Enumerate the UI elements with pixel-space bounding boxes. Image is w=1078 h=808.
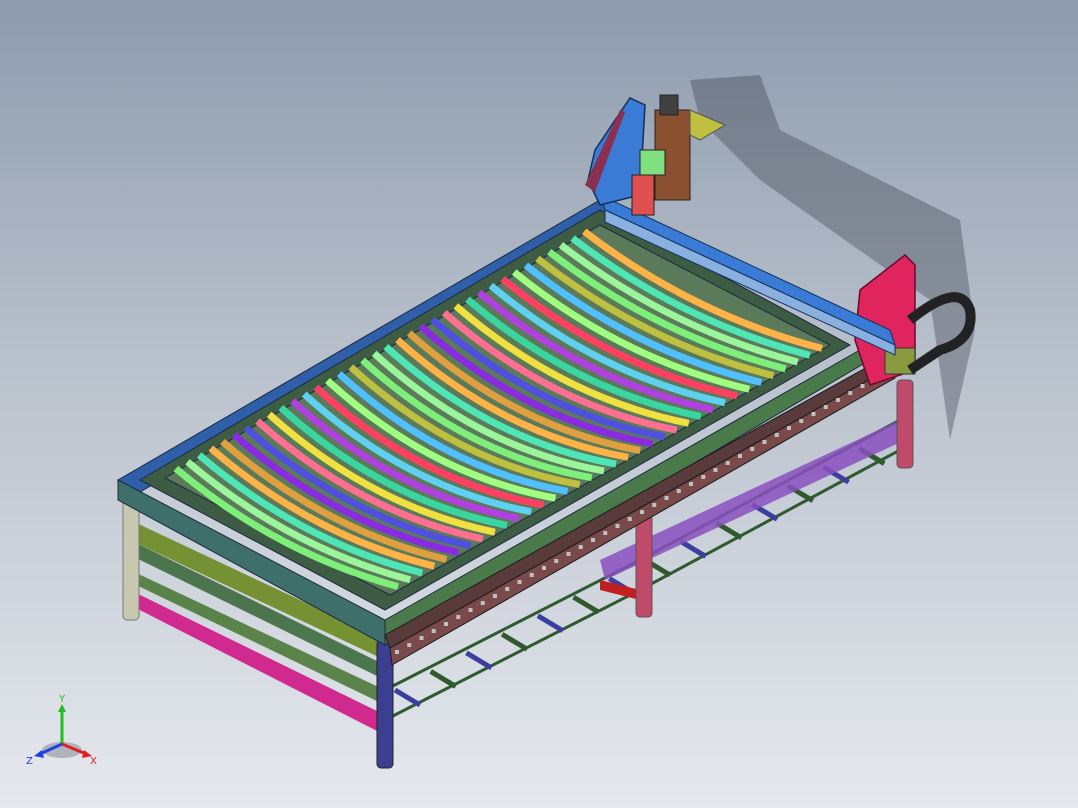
rack-tooth <box>689 482 693 486</box>
rack-tooth <box>591 538 595 542</box>
rack-tooth <box>456 615 461 619</box>
rack-tooth <box>799 419 804 423</box>
rack-tooth <box>762 440 767 444</box>
rack-tooth <box>578 545 583 549</box>
rack-tooth <box>554 559 559 563</box>
ladder-rung <box>536 613 565 633</box>
rack-tooth <box>787 426 791 430</box>
rack-tooth <box>640 510 644 514</box>
orientation-triad: Y X Z <box>26 694 97 767</box>
rack-tooth <box>480 601 485 605</box>
rack-tooth <box>603 531 608 535</box>
rack-tooth <box>811 412 816 416</box>
rack-tooth <box>652 503 657 507</box>
rack-tooth <box>468 608 473 612</box>
ladder-rung <box>679 539 708 559</box>
rack-tooth <box>431 629 436 633</box>
rack-tooth <box>848 391 853 395</box>
rack-tooth <box>774 433 779 437</box>
rack-tooth <box>615 524 620 528</box>
rack-tooth <box>676 489 681 493</box>
rack-tooth <box>493 594 497 598</box>
leg-front-mid <box>376 639 394 769</box>
leg-mid-right <box>635 514 653 618</box>
rack-tooth <box>836 398 840 402</box>
rack-tooth <box>738 454 742 458</box>
rack-tooth <box>823 405 828 409</box>
rack-tooth <box>444 622 448 626</box>
cnc-table-model[interactable] <box>0 0 1078 808</box>
ladder-rung <box>572 594 600 615</box>
rack-tooth <box>505 587 510 591</box>
rack-tooth <box>664 496 669 500</box>
ladder-rung <box>465 650 493 671</box>
rack-tooth <box>419 636 424 640</box>
rack-tooth <box>627 517 632 521</box>
rack-tooth <box>517 580 522 584</box>
ladder-rung <box>393 687 422 708</box>
leg-back-right <box>896 379 914 469</box>
rack-tooth <box>542 566 546 570</box>
rack-tooth <box>701 475 706 479</box>
triad-z-label: Z <box>26 756 33 767</box>
ladder-rung <box>500 632 529 652</box>
rack-tooth <box>750 447 755 451</box>
rack-tooth <box>725 461 730 465</box>
leg-front-left <box>122 494 140 621</box>
ladder-rung <box>429 669 458 689</box>
rack-tooth <box>713 468 718 472</box>
triad-y-label: Y <box>58 694 66 705</box>
rack-tooth <box>529 573 534 577</box>
cad-viewport[interactable]: Y X Z <box>0 0 1078 808</box>
rack-tooth <box>566 552 571 556</box>
rack-tooth <box>407 643 412 647</box>
rack-tooth <box>395 650 399 654</box>
triad-x-label: X <box>90 756 97 767</box>
rack-tooth <box>860 384 865 388</box>
